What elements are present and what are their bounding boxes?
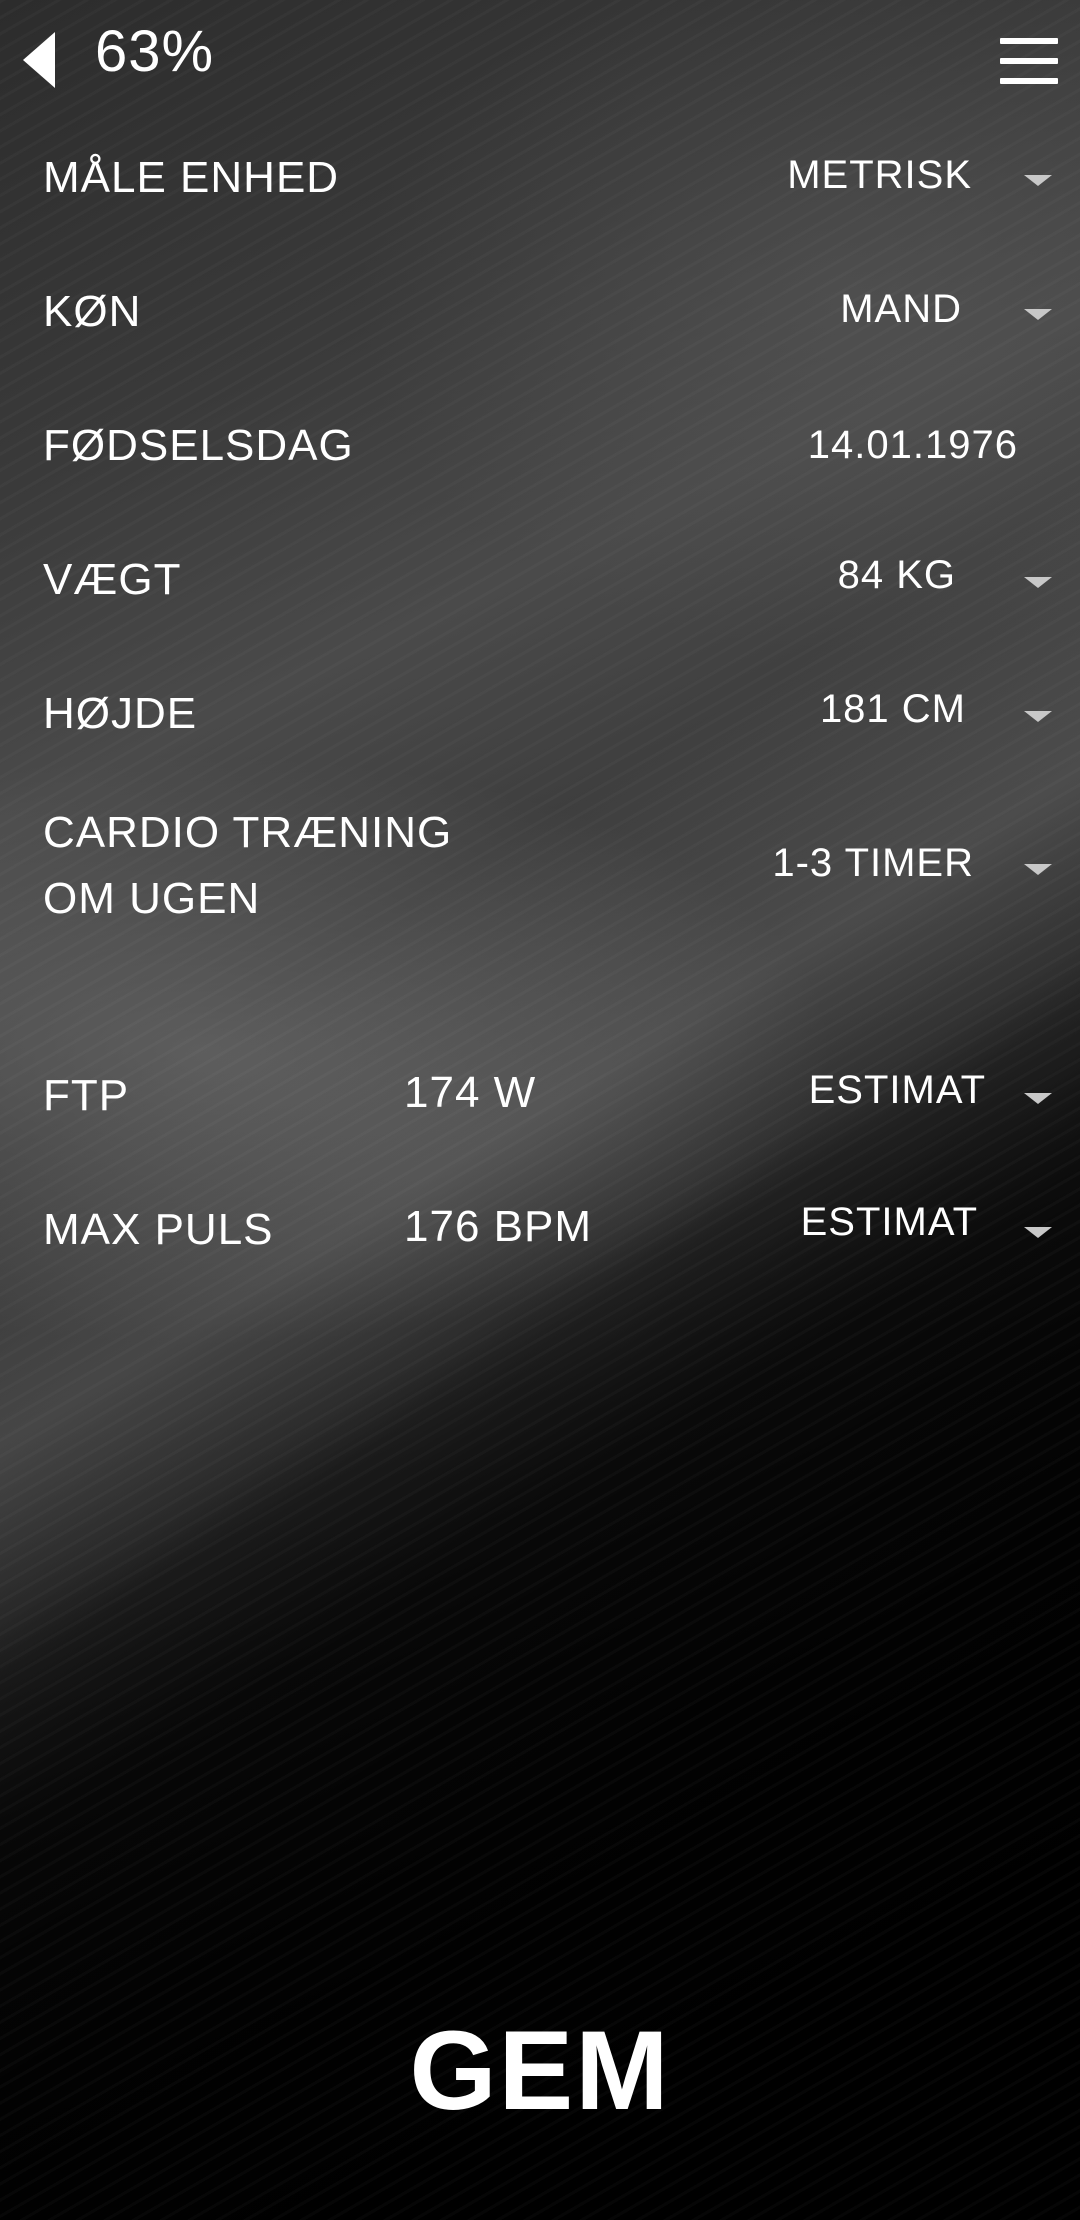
gender-label: KØN <box>43 287 142 336</box>
back-triangle-icon <box>23 32 55 88</box>
cardio-label-line2: OM UGEN <box>43 874 261 923</box>
cardio-label-line1: CARDIO TRÆNING <box>43 808 453 857</box>
birthday-value[interactable]: 14.01.1976 <box>808 423 1018 468</box>
back-button[interactable] <box>14 28 64 92</box>
gender-dropdown-value[interactable]: MAND <box>840 287 962 332</box>
chevron-down-icon[interactable] <box>1024 1227 1052 1238</box>
row-gender: KØN MAND <box>0 279 1080 345</box>
weight-label: VÆGT <box>43 555 182 604</box>
row-max-pulse: MAX PULS 176 BPM ESTIMAT <box>0 1197 1080 1263</box>
max-pulse-reading: 176 BPM <box>404 1202 592 1251</box>
row-unit: MÅLE ENHED METRISK <box>0 145 1080 211</box>
settings-screen: 63% MÅLE ENHED METRISK KØN MAND FØDSELSD… <box>0 0 1080 2220</box>
max-pulse-label: MAX PULS <box>43 1205 274 1254</box>
chevron-down-icon[interactable] <box>1024 175 1052 186</box>
unit-label: MÅLE ENHED <box>43 153 340 202</box>
row-weight: VÆGT 84 KG <box>0 547 1080 613</box>
ftp-reading: 174 W <box>404 1068 537 1117</box>
row-cardio: CARDIO TRÆNING OM UGEN 1-3 TIMER <box>0 800 1080 932</box>
row-birthday: FØDSELSDAG 14.01.1976 <box>0 413 1080 479</box>
chevron-down-icon[interactable] <box>1024 864 1052 875</box>
chevron-down-icon[interactable] <box>1024 577 1052 588</box>
cardio-dropdown-value[interactable]: 1-3 TIMER <box>772 841 974 886</box>
unit-dropdown-value[interactable]: METRISK <box>787 153 972 198</box>
height-dropdown-value[interactable]: 181 CM <box>820 687 966 732</box>
weight-dropdown-value[interactable]: 84 KG <box>838 553 956 598</box>
row-ftp: FTP 174 W ESTIMAT <box>0 1063 1080 1129</box>
max-pulse-dropdown-value[interactable]: ESTIMAT <box>801 1200 978 1245</box>
chevron-down-icon[interactable] <box>1024 1093 1052 1104</box>
ftp-dropdown-value[interactable]: ESTIMAT <box>809 1068 986 1113</box>
birthday-label: FØDSELSDAG <box>43 421 354 470</box>
top-bar: 63% <box>0 0 1080 120</box>
chevron-down-icon[interactable] <box>1024 711 1052 722</box>
row-height: HØJDE 181 CM <box>0 681 1080 747</box>
progress-percent: 63% <box>95 19 215 84</box>
save-button[interactable]: GEM <box>0 1980 1080 2160</box>
ftp-label: FTP <box>43 1071 130 1120</box>
hamburger-menu-icon[interactable] <box>1000 38 1058 84</box>
height-label: HØJDE <box>43 689 198 738</box>
chevron-down-icon[interactable] <box>1024 309 1052 320</box>
